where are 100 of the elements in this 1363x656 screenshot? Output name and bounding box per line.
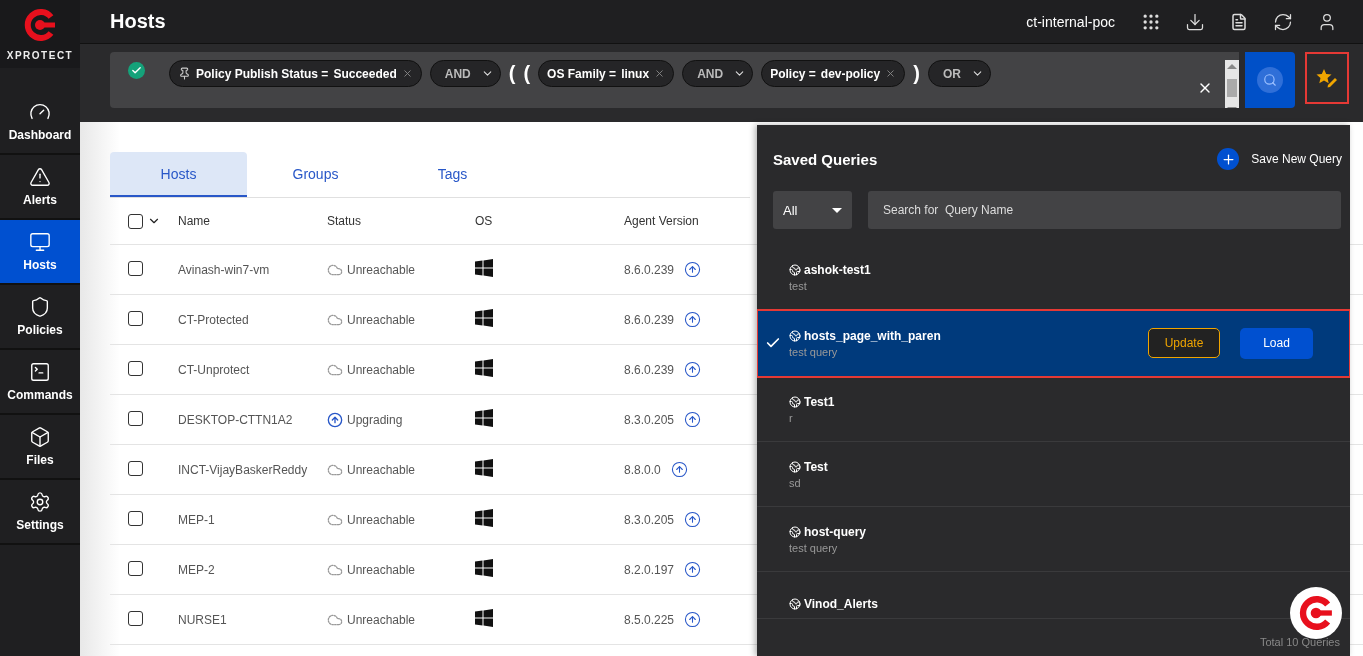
operator-dropdown[interactable]: OR — [927, 60, 991, 87]
shield-icon — [29, 296, 51, 318]
saved-query-item[interactable]: hosts_page_with_paren test query Update Load — [757, 310, 1350, 377]
globe-icon — [789, 329, 801, 342]
scrollbar[interactable] — [1225, 60, 1239, 108]
host-name: DESKTOP-CTTN1A2 — [178, 412, 294, 427]
total-count: Total 10 Queries — [1259, 636, 1340, 648]
row-checkbox[interactable] — [128, 560, 143, 576]
saved-query-item[interactable]: Test sd — [757, 442, 1350, 507]
download-icon[interactable] — [1185, 11, 1205, 32]
status-text: Unreachable — [347, 262, 416, 277]
remove-icon[interactable] — [654, 68, 666, 79]
filter-chip[interactable]: Policy = dev-policy — [761, 60, 906, 87]
filter-value: dev-policy — [820, 66, 881, 81]
filter-dropdown[interactable]: All — [773, 191, 852, 229]
query-name: Test — [804, 459, 828, 474]
plus-icon — [1220, 151, 1236, 167]
upgrade-icon[interactable] — [670, 461, 688, 478]
query-name: Test1 — [804, 394, 835, 409]
query-description: sd — [789, 476, 802, 489]
filter-chip[interactable]: OS Family = linux — [538, 60, 675, 87]
agent-version: 8.2.0.197 — [624, 562, 675, 577]
row-checkbox[interactable] — [128, 310, 143, 326]
windows-icon — [475, 259, 493, 277]
upgrade-icon[interactable] — [684, 411, 702, 428]
status-text: Unreachable — [347, 562, 416, 577]
operator-dropdown[interactable]: AND — [682, 60, 754, 87]
row-checkbox[interactable] — [128, 610, 143, 626]
windows-icon — [475, 509, 493, 527]
remove-icon[interactable] — [885, 68, 897, 79]
save-new-query-button[interactable]: Save New Query — [1217, 148, 1342, 170]
tab[interactable]: Hosts — [110, 152, 247, 197]
globe-icon — [789, 598, 801, 610]
windows-icon — [475, 609, 493, 627]
row-checkbox[interactable] — [128, 360, 143, 376]
terminal-icon — [29, 361, 51, 383]
update-button[interactable]: Update — [1148, 328, 1220, 358]
filter-value: Succeeded — [333, 66, 397, 81]
upgrade-icon[interactable] — [684, 311, 702, 328]
query-description: test — [789, 279, 808, 292]
tab[interactable]: Tags — [384, 152, 521, 197]
search-icon — [1263, 73, 1277, 87]
query-field[interactable]: Policy Publish Status = Succeeded AND ( ( OS Family = linux AND Policy = dev-policy ) OR — [110, 52, 1239, 108]
refresh-icon[interactable] — [1273, 11, 1293, 32]
query-name: hosts_page_with_paren — [804, 328, 941, 343]
query-name: ashok-test1 — [804, 262, 871, 277]
host-name: CT-Unprotect — [178, 362, 251, 377]
upgrade-icon[interactable] — [684, 361, 702, 378]
saved-query-item[interactable]: Test1 r — [757, 377, 1350, 442]
document-icon[interactable] — [1230, 12, 1248, 31]
remove-icon[interactable] — [401, 68, 413, 79]
nav-label: Files — [26, 453, 54, 467]
filter-field: OS Family = — [547, 66, 617, 81]
agent-version: 8.8.0.0 — [624, 462, 661, 477]
nav-item[interactable]: Hosts — [0, 220, 80, 285]
windows-icon — [475, 359, 493, 377]
row-checkbox[interactable] — [128, 460, 143, 476]
query-description: test query — [789, 345, 839, 358]
tab[interactable]: Groups — [247, 152, 384, 197]
load-button[interactable]: Load — [1240, 327, 1313, 359]
upgrade-icon[interactable] — [684, 561, 702, 578]
operator-dropdown[interactable]: AND — [429, 60, 501, 87]
filter-field: Policy Publish Status = — [196, 66, 329, 81]
saved-query-item[interactable]: host-query test query — [757, 507, 1350, 572]
query-description: test query — [789, 541, 839, 554]
brand-name: XPROTECT — [6, 49, 74, 61]
upgrade-icon — [327, 411, 343, 428]
row-checkbox[interactable] — [128, 510, 143, 526]
parenthesis: ) — [913, 61, 920, 86]
cube-icon — [29, 426, 51, 448]
settings-icon — [29, 491, 51, 513]
parenthesis: ( — [523, 61, 531, 86]
nav-label: Dashboard — [8, 128, 72, 142]
saved-queries-button[interactable] — [1305, 52, 1349, 104]
search-field[interactable]: Search for Query Name — [868, 191, 1341, 229]
globe-icon — [789, 263, 801, 276]
parenthesis: ( — [508, 61, 516, 86]
row-checkbox[interactable] — [128, 260, 143, 276]
globe-icon — [789, 395, 801, 408]
upgrade-icon[interactable] — [684, 511, 702, 528]
agent-version: 8.6.0.239 — [624, 362, 675, 377]
select-all-checkbox[interactable] — [128, 213, 143, 229]
agent-version: 8.3.0.205 — [624, 512, 675, 527]
globe-icon — [789, 525, 801, 538]
column-header: OS — [475, 214, 494, 228]
upgrade-icon[interactable] — [684, 611, 702, 628]
filter-value: linux — [621, 66, 650, 81]
nav-label: Policies — [17, 323, 63, 337]
status-text: Unreachable — [347, 612, 416, 627]
nav-label: Settings — [16, 518, 64, 532]
agent-version: 8.3.0.205 — [624, 412, 675, 427]
status-text: Unreachable — [347, 512, 416, 527]
tenant-name[interactable]: ct-internal-poc — [1026, 13, 1115, 30]
windows-icon — [475, 559, 493, 577]
row-checkbox[interactable] — [128, 410, 143, 426]
column-header: Agent Version — [624, 214, 700, 228]
globe-icon — [789, 460, 801, 473]
query-description: r — [789, 411, 794, 424]
upgrade-icon[interactable] — [684, 261, 702, 278]
filter-chip[interactable]: Policy Publish Status = Succeeded — [169, 60, 422, 87]
